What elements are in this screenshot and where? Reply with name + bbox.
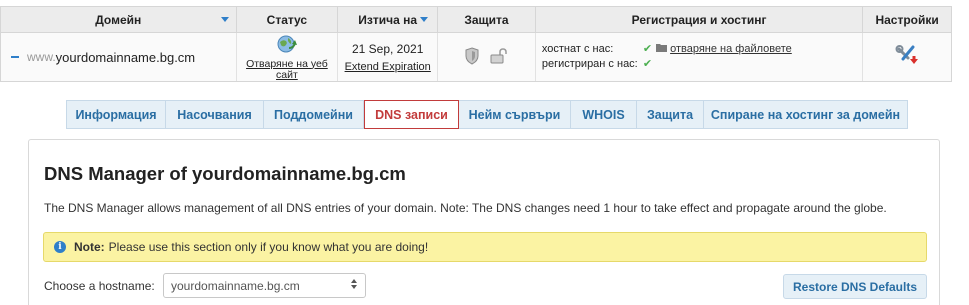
checkmark-icon: ✔ [642,43,653,55]
header-registration: Регистрация и хостинг [536,7,864,32]
note-label: Note: [74,240,105,254]
collapse-icon[interactable] [11,56,19,58]
status-cell: Отваряне на уеб сайт [237,33,339,81]
header-expires[interactable]: Изтича на [338,7,439,32]
dns-manager-panel: DNS Manager of yourdomainname.bg.cm The … [28,139,940,305]
hostname-label: Choose a hostname: [44,279,155,293]
note-text: Please use this section only if you know… [108,240,429,254]
header-status-label: Статус [266,12,308,27]
open-files-link[interactable]: отваряне на файловете [670,42,792,57]
registration-cell: хостнат с нас: ✔ отваряне на файловете р… [536,33,864,81]
tab-dns-records[interactable]: DNS записи [364,100,459,129]
header-registration-label: Регистрация и хостинг [631,12,767,27]
extend-expiration-link[interactable]: Extend Expiration [345,61,431,73]
padlock-icon[interactable] [490,47,508,67]
tab-info[interactable]: Информация [66,100,166,129]
tab-subdomains[interactable]: Поддомейни [264,100,364,129]
domain-table: Домейн Статус Изтича на Защита Регистрац… [0,6,952,82]
tools-icon[interactable] [895,44,919,71]
info-icon: i [54,241,66,253]
domain-name: yourdomainname.bg.cm [55,49,196,65]
tab-redirects[interactable]: Насочвания [166,100,264,129]
domain-tabs: Информация Насочвания Поддомейни DNS зап… [66,100,908,129]
tab-name-servers[interactable]: Нейм сървъри [459,100,571,129]
www-prefix: www. [27,50,56,64]
header-protection-label: Защита [464,12,509,27]
tab-whois[interactable]: WHOIS [571,100,637,129]
sort-arrow-icon[interactable] [420,17,429,22]
expiry-cell: 21 Sep, 2021 Extend Expiration [338,33,439,81]
settings-cell [863,33,951,81]
tab-protection[interactable]: Защита [637,100,704,129]
header-settings-label: Настройки [875,12,939,27]
expiry-date: 21 Sep, 2021 [351,41,424,56]
header-domain-label: Домейн [95,12,142,27]
select-arrows-icon [351,279,357,289]
warning-note: i Note: Please use this section only if … [43,232,927,262]
dns-description: The DNS Manager allows management of all… [44,201,887,215]
header-domain[interactable]: Домейн [1,7,237,32]
domain-cell: www. yourdomainname.bg.cm [1,33,237,81]
hostname-value: yourdomainname.bg.cm [171,278,300,293]
header-expires-label: Изтича на [358,12,418,27]
header-settings: Настройки [863,7,951,32]
header-status: Статус [237,7,339,32]
open-website-link[interactable]: Отваряне на уеб сайт [237,58,338,81]
shield-icon[interactable] [464,46,480,68]
hosted-label: хостнат с нас: [541,43,614,55]
tab-stop-hosting[interactable]: Спиране на хостинг за домейн [704,100,908,129]
table-header: Домейн Статус Изтича на Защита Регистрац… [1,7,951,33]
restore-dns-defaults-button[interactable]: Restore DNS Defaults [783,274,927,299]
sort-arrow-icon[interactable] [220,17,229,22]
hostname-select[interactable]: yourdomainname.bg.cm [163,273,366,298]
checkmark-icon: ✔ [642,58,653,70]
table-row: www. yourdomainname.bg.cm Отваряне на уеб… [1,33,951,81]
page-title: DNS Manager of yourdomainname.bg.cm [44,163,406,184]
header-protection: Защита [438,7,536,32]
globe-refresh-icon[interactable] [276,34,298,57]
folder-icon [656,42,668,57]
registered-label: регистриран с нас: [541,58,638,70]
protection-cell [438,33,536,81]
